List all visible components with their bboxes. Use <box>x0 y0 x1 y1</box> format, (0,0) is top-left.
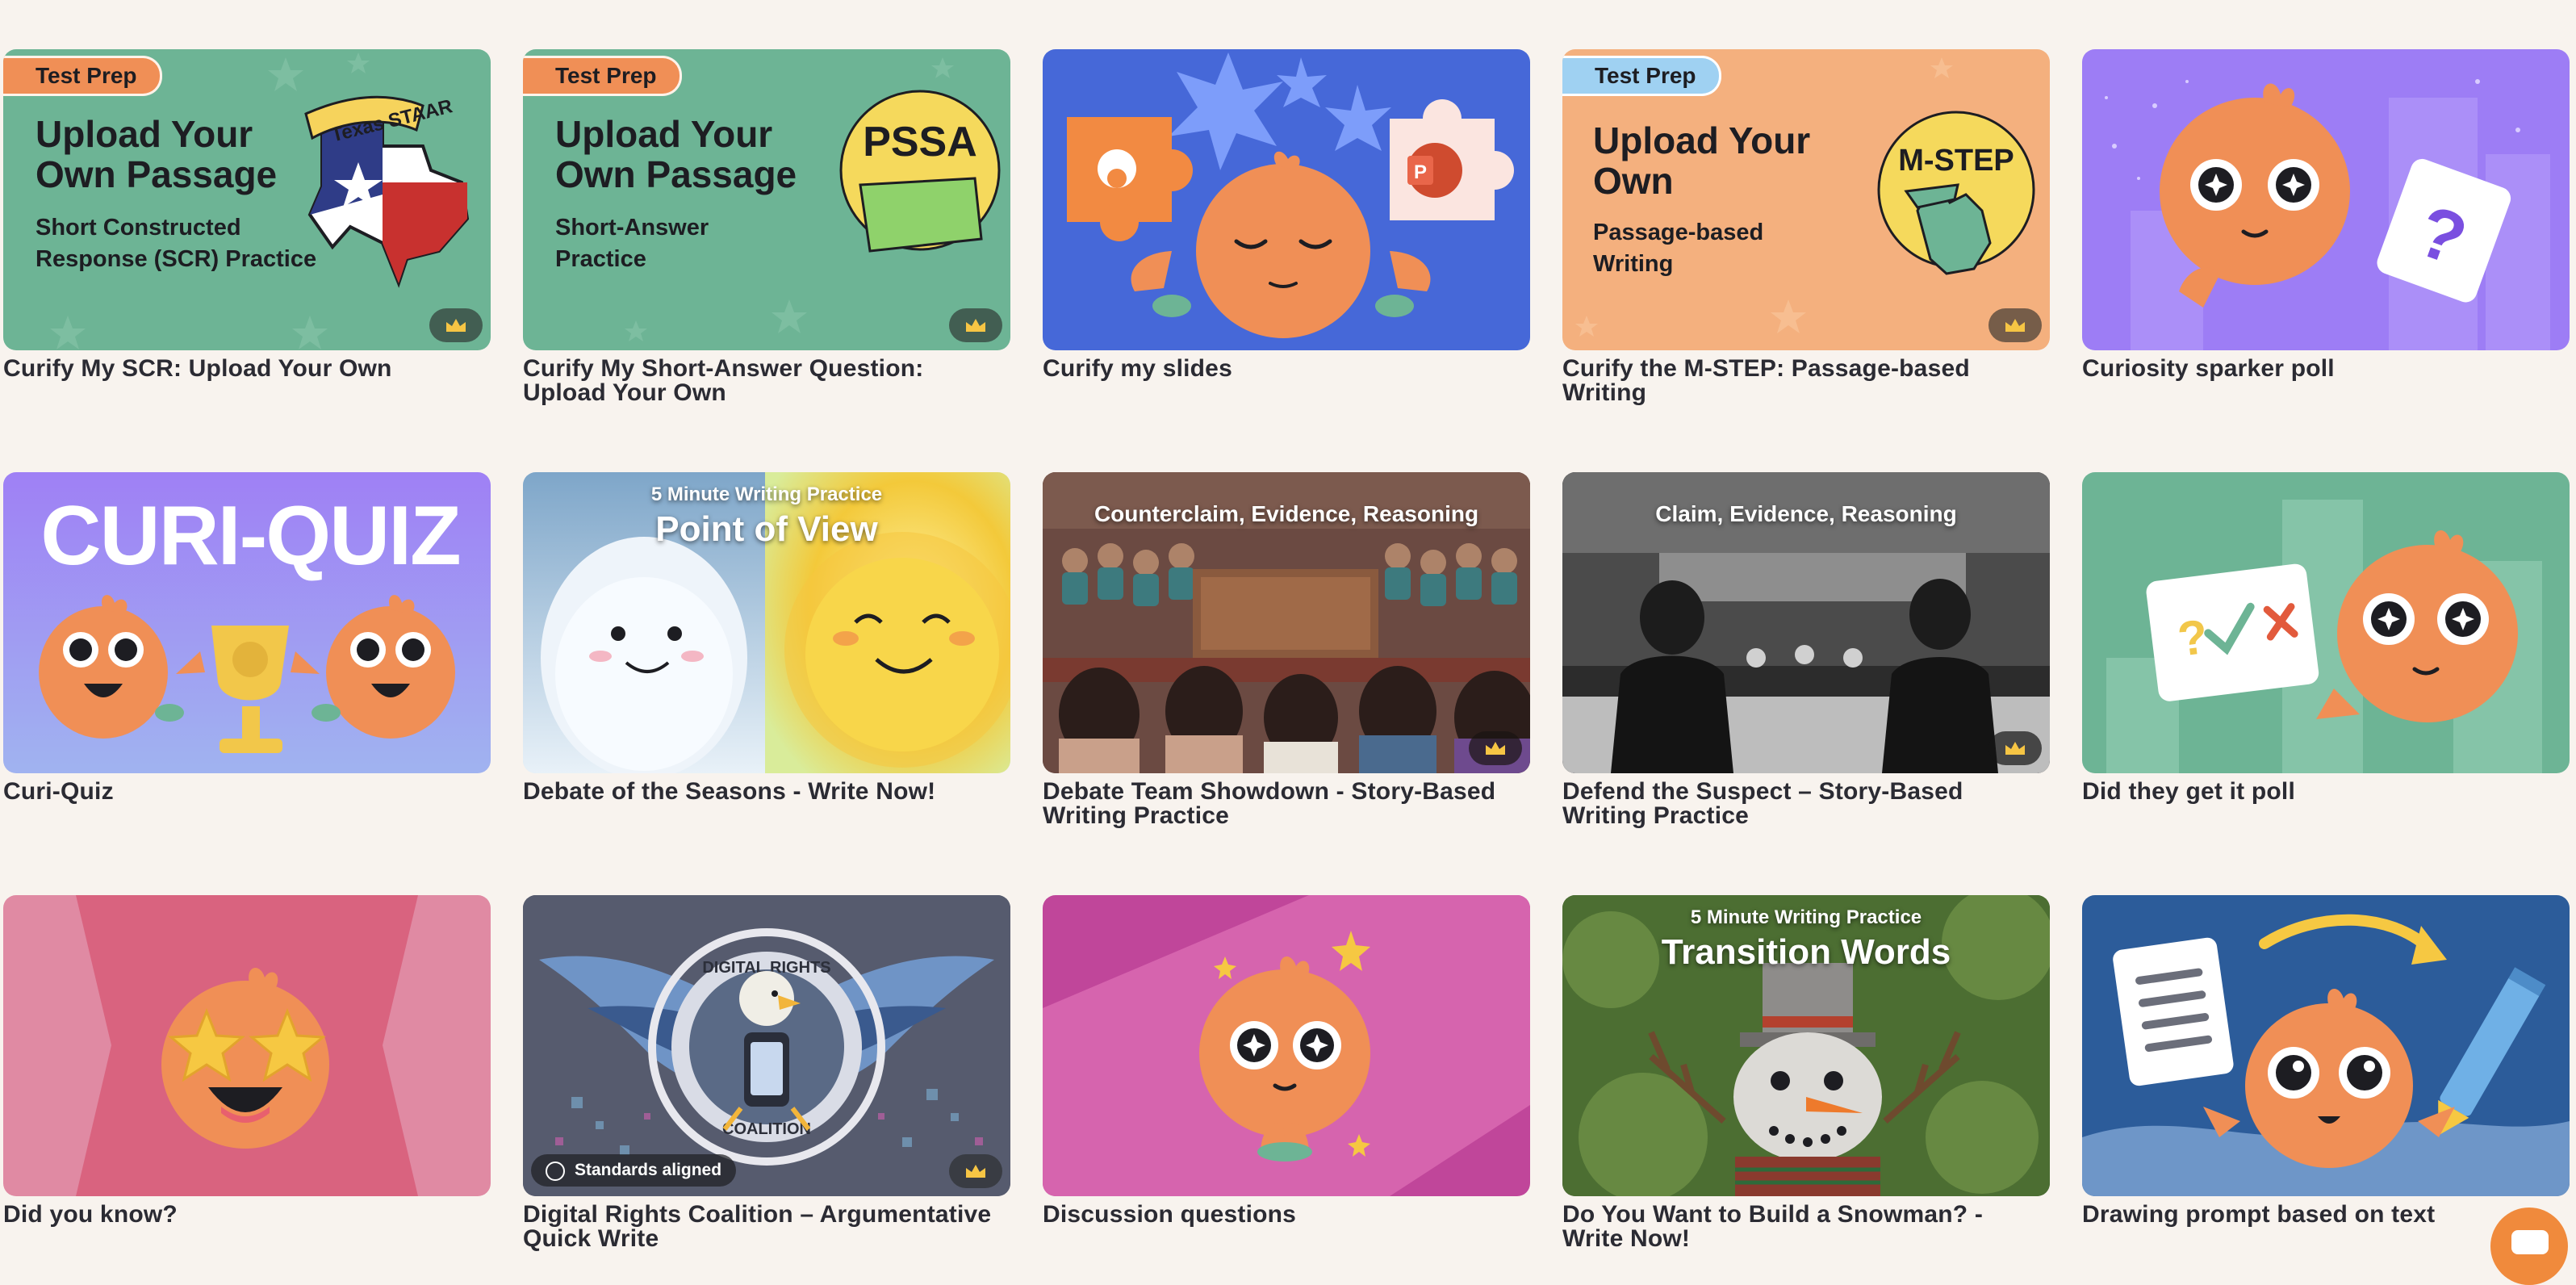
card-thumbnail[interactable]: 5 Minute Writing Practice Transition Wor… <box>1562 895 2050 1196</box>
activity-card-curify-short-answer[interactable]: PSSA Test Prep Upload Your Own Passage S… <box>523 49 1010 405</box>
test-prep-badge: Test Prep <box>3 56 162 96</box>
activity-card-curify-mstep[interactable]: M-STEP Test Prep Upload Your Own Passage… <box>1562 49 2050 405</box>
card-thumbnail[interactable]: Counterclaim, Evidence, Reasoning <box>1043 472 1530 773</box>
crown-icon <box>446 319 466 332</box>
activity-card-drawing-prompt[interactable]: Drawing prompt based on text <box>2082 895 2570 1227</box>
thumb-sub-1: Short-Answer <box>555 215 709 241</box>
card-title[interactable]: Did you know? <box>3 1203 491 1227</box>
card-title[interactable]: Did they get it poll <box>2082 780 2570 804</box>
activity-card-defend-the-suspect[interactable]: Claim, Evidence, Reasoning Defend the Su… <box>1562 472 2050 828</box>
card-thumbnail[interactable]: M-STEP Test Prep Upload Your Own Passage… <box>1562 49 2050 350</box>
thumb-headline: Counterclaim, Evidence, Reasoning <box>1094 501 1479 526</box>
thumb-sub-2: Response (SCR) Practice <box>36 246 317 272</box>
card-thumbnail[interactable] <box>3 895 491 1196</box>
activity-card-digital-rights-coalition[interactable]: DIGITAL RIGHTS COALITION Standards align… <box>523 895 1010 1251</box>
premium-crown-badge <box>1988 731 2042 765</box>
activity-card-curify-scr[interactable]: Texas STAAR Test Prep Upload Your Own Pa… <box>3 49 491 381</box>
card-art: P <box>1067 52 1514 338</box>
card-title[interactable]: Do You Want to Build a Snowman? - Write … <box>1562 1203 2050 1251</box>
thumb-headline: Claim, Evidence, Reasoning <box>1655 501 1957 526</box>
premium-crown-badge <box>1988 308 2042 342</box>
activity-card-build-a-snowman[interactable]: 5 Minute Writing Practice Transition Wor… <box>1562 895 2050 1251</box>
activity-card-curiosity-sparker-poll[interactable]: ? Curiosity sparker poll <box>2082 49 2570 381</box>
activity-card-curify-slides[interactable]: P Curify my slides <box>1043 49 1530 381</box>
activity-card-curi-quiz[interactable]: CURI-QUIZ Curi-Quiz <box>3 472 491 804</box>
card-title[interactable]: Curify My SCR: Upload Your Own <box>3 357 491 381</box>
standards-aligned-label: Standards aligned <box>575 1161 722 1179</box>
card-art <box>76 895 418 1196</box>
card-title[interactable]: Drawing prompt based on text <box>2082 1203 2570 1227</box>
thumb-headline-1: Upload Your <box>555 113 773 155</box>
thumb-headline: Point of View <box>655 509 878 549</box>
card-title[interactable]: Defend the Suspect – Story-Based Writing… <box>1562 780 2050 828</box>
thumb-headline-2: Own Passage <box>36 153 278 195</box>
card-thumbnail[interactable]: DIGITAL RIGHTS COALITION Standards align… <box>523 895 1010 1196</box>
card-thumbnail[interactable] <box>1043 895 1530 1196</box>
card-thumbnail[interactable]: 5 Minute Writing Practice Point of View <box>523 472 1010 773</box>
thumb-headline-1: Upload Your <box>36 113 253 155</box>
card-art: DIGITAL RIGHTS COALITION <box>523 895 1010 1196</box>
thumb-kicker: 5 Minute Writing Practice <box>650 483 883 505</box>
card-title[interactable]: Curify the M-STEP: Passage-based Writing <box>1562 357 2050 405</box>
card-title[interactable]: Curiosity sparker poll <box>2082 357 2570 381</box>
card-title[interactable]: Debate Team Showdown - Story-Based Writi… <box>1043 780 1530 828</box>
activity-card-discussion-questions[interactable]: Discussion questions <box>1043 895 1530 1227</box>
state-label: PSSA <box>863 119 977 165</box>
activity-card-debate-team-showdown[interactable]: Counterclaim, Evidence, Reasoning Debate… <box>1043 472 1530 828</box>
premium-crown-badge <box>429 308 483 342</box>
card-title[interactable]: Digital Rights Coalition – Argumentative… <box>523 1203 1010 1251</box>
thumb-sub-2: Writing <box>1593 251 1674 277</box>
thumb-headline: Transition Words <box>1661 932 1951 972</box>
state-label: M-STEP <box>1898 144 2014 178</box>
card-thumbnail[interactable]: CURI-QUIZ <box>3 472 491 773</box>
premium-crown-badge <box>1469 731 1522 765</box>
card-thumbnail[interactable]: ? <box>2082 472 2570 773</box>
card-thumbnail[interactable]: Claim, Evidence, Reasoning <box>1562 472 2050 773</box>
card-thumbnail[interactable]: Texas STAAR Test Prep Upload Your Own Pa… <box>3 49 491 350</box>
card-title[interactable]: Curify my slides <box>1043 357 1530 381</box>
premium-crown-badge <box>949 308 1002 342</box>
chat-icon <box>2511 1230 2549 1254</box>
thumb-sub-1: Short Constructed <box>36 215 241 241</box>
card-thumbnail[interactable]: PSSA Test Prep Upload Your Own Passage S… <box>523 49 1010 350</box>
thumb-kicker: 5 Minute Writing Practice <box>1690 906 1922 928</box>
thumb-headline-2: Own Passage <box>555 153 797 195</box>
card-art: CURI-QUIZ <box>39 489 462 753</box>
activity-card-debate-of-seasons[interactable]: 5 Minute Writing Practice Point of View … <box>523 472 1010 804</box>
test-prep-badge: Test Prep <box>1562 56 1721 96</box>
card-art <box>2082 914 2570 1196</box>
premium-crown-badge <box>949 1154 1002 1188</box>
seal-bottom-text: COALITION <box>722 1120 811 1138</box>
thumb-sub-1: Passage-based <box>1593 220 1764 245</box>
card-thumbnail[interactable]: P <box>1043 49 1530 350</box>
activity-card-did-you-know[interactable]: Did you know? <box>3 895 491 1227</box>
card-thumbnail[interactable] <box>2082 895 2570 1196</box>
card-title[interactable]: Curi-Quiz <box>3 780 491 804</box>
card-art: ? <box>2105 79 2550 350</box>
card-art <box>1043 895 1530 1196</box>
thumb-headline-2: Own <box>1593 160 1674 202</box>
check-icon <box>546 1162 565 1181</box>
crown-icon <box>2005 319 2025 332</box>
thumb-sub-2: Practice <box>555 246 646 272</box>
card-thumbnail[interactable]: ? <box>2082 49 2570 350</box>
help-chat-button[interactable] <box>2490 1208 2568 1285</box>
activity-card-did-they-get-it-poll[interactable]: ? Did they get it poll <box>2082 472 2570 804</box>
activity-grid: Texas STAAR Test Prep Upload Your Own Pa… <box>0 0 2576 1285</box>
crown-icon <box>2005 742 2025 755</box>
card-art: ? <box>2106 500 2542 773</box>
crown-icon <box>1486 742 1505 755</box>
crown-icon <box>966 1165 985 1178</box>
card-title[interactable]: Debate of the Seasons - Write Now! <box>523 780 1010 804</box>
svg-text:P: P <box>1414 161 1427 183</box>
thumb-headline-1: Upload Your <box>1593 119 1811 161</box>
card-title[interactable]: Discussion questions <box>1043 1203 1530 1227</box>
test-prep-badge: Test Prep <box>523 56 682 96</box>
standards-aligned-tag: Standards aligned <box>531 1154 737 1187</box>
quiz-banner: CURI-QUIZ <box>40 489 459 583</box>
card-title[interactable]: Curify My Short-Answer Question: Upload … <box>523 357 1010 405</box>
crown-icon <box>966 319 985 332</box>
